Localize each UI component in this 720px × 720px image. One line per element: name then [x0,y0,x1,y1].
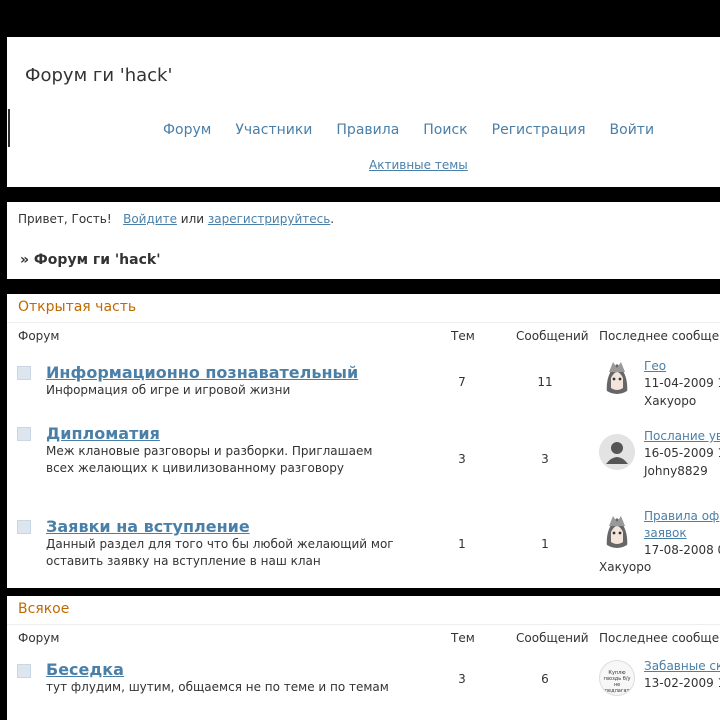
post-count: 1 [541,537,549,551]
forum-row: Информационно познавательный Информация … [7,354,720,414]
topic-count: 7 [458,375,466,389]
last-post-link[interactable]: Забавные ск [644,658,720,675]
forum-link[interactable]: Информационно познавательный [46,363,358,382]
last-post-date: 11-04-2009 1 [644,376,720,390]
nav-search[interactable]: Поиск [423,122,467,138]
greeting-text: Привет, Гость! [18,212,112,226]
last-post-user[interactable]: Хакуоро [644,394,696,408]
category-misc: Всякое Форум Тем Сообщений Последнее соо… [7,596,720,720]
last-post-link[interactable]: Гео [644,358,666,375]
forum-status-icon [17,366,31,380]
last-post-date: 16-05-2009 1 [644,446,720,460]
register-link[interactable]: зарегистрируйтесь [208,212,330,226]
text-avatar-icon: Куплю гвоздь б/у не предлагать [599,660,635,696]
column-header-last-post: Последнее сообщение [599,329,720,343]
last-post-date: 13-02-2009 1 [644,676,720,690]
forum-row: Дипломатия Меж клановые разговоры и разб… [7,418,720,498]
column-header-topics: Тем [451,631,475,645]
nav-forum[interactable]: Форум [163,122,211,138]
nav-members[interactable]: Участники [235,122,312,138]
column-header-last-post: Последнее сообщение [599,631,720,645]
forum-link[interactable]: Дипломатия [46,424,160,443]
forum-row: Беседка тут флудим, шутим, общаемся не п… [7,656,720,716]
last-post-link[interactable]: Правила оф [644,508,719,525]
forum-row: Заявки на вступление Данный раздел для т… [7,508,720,584]
column-header-posts: Сообщений [516,329,589,343]
column-header-posts: Сообщений [516,631,589,645]
category-title[interactable]: Всякое [18,601,69,617]
category-title[interactable]: Открытая часть [18,299,136,315]
forum-description: тут флудим, шутим, общаемся не по теме и… [46,680,389,694]
or-text: или [180,212,205,226]
forum-description: Данный раздел для того что бы любой жела… [46,537,394,568]
last-post-date: 17-08-2008 0 [644,543,720,557]
post-count: 6 [541,672,549,686]
active-topics-link[interactable]: Активные темы [369,158,468,172]
anime-girl-avatar-icon [599,358,635,394]
avatar-caption: Куплю гвоздь б/у не предлагать [601,670,633,694]
column-header-topics: Тем [451,329,475,343]
nav-login[interactable]: Войти [610,122,655,138]
topic-count: 3 [458,452,466,466]
topic-count: 3 [458,672,466,686]
post-count: 11 [537,375,553,389]
column-header-forum: Форум [18,329,60,343]
text-cursor [8,109,10,147]
forum-link[interactable]: Заявки на вступление [46,517,250,536]
nav-register[interactable]: Регистрация [492,122,586,138]
nav-rules[interactable]: Правила [336,122,399,138]
anime-girl-avatar-icon [599,512,635,548]
divider [7,624,720,625]
last-post-user[interactable]: Хакуоро [599,560,651,574]
greeting: Привет, Гость! Войдите или зарегистрируй… [18,212,334,226]
welcome-panel: Привет, Гость! Войдите или зарегистрируй… [7,202,720,279]
post-count: 3 [541,452,549,466]
last-post-link-continued[interactable]: заявок [644,525,687,542]
forum-link[interactable]: Беседка [46,660,124,679]
period-text: . [330,212,335,226]
forum-status-icon [17,427,31,441]
forum-description: Меж клановые разговоры и разборки. Пригл… [46,444,373,475]
column-header-forum: Форум [18,631,60,645]
login-link[interactable]: Войдите [123,212,177,226]
main-navigation: Форум Участники Правила Поиск Регистраци… [163,122,678,138]
default-user-avatar-icon [599,434,635,470]
header: Форум ги 'hack' Форум Участники Правила … [7,37,720,187]
topic-count: 1 [458,537,466,551]
forum-status-icon [17,520,31,534]
last-post-user[interactable]: Johny8829 [644,464,708,478]
site-title: Форум ги 'hack' [25,65,173,86]
forum-status-icon [17,664,31,678]
divider [7,322,720,323]
breadcrumb: » Форум ги 'hack' [20,252,161,268]
forum-description: Информация об игре и игровой жизни [46,383,291,397]
category-open-part: Открытая часть Форум Тем Сообщений После… [7,294,720,588]
last-post-link[interactable]: Послание ув [644,428,720,445]
